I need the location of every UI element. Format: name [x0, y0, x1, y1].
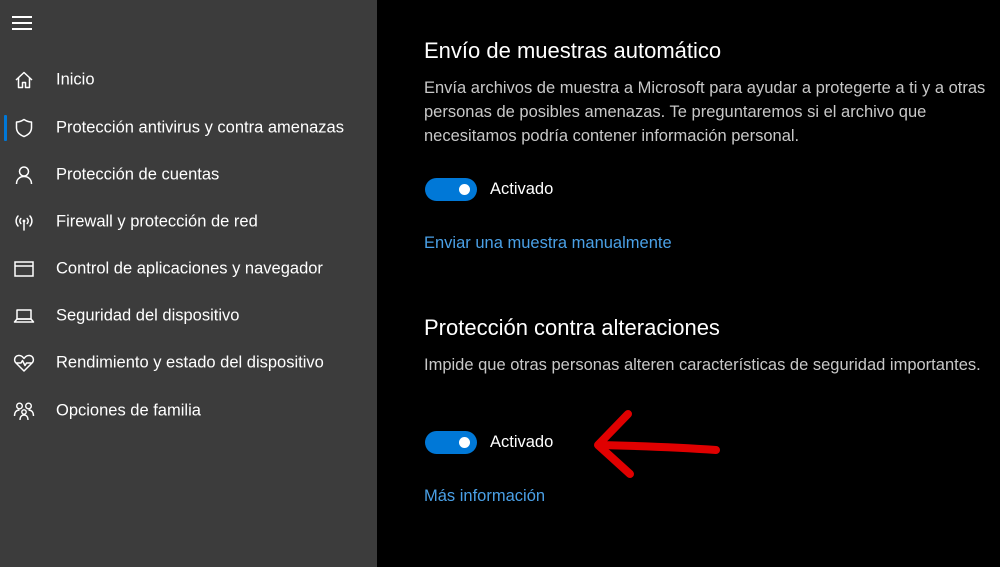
tamper-protection-toggle-label: Activado: [490, 433, 554, 451]
sidebar: Inicio Protección antivirus y contra ame…: [0, 0, 377, 567]
tamper-protection-title: Protección contra alteraciones: [424, 315, 720, 340]
sidebar-item-label: Inicio: [56, 70, 95, 89]
sidebar-item-device-performance[interactable]: Rendimiento y estado del dispositivo: [0, 341, 377, 385]
browser-window-icon: [13, 258, 35, 280]
toggle-knob: [459, 184, 470, 195]
laptop-icon: [13, 305, 35, 327]
sidebar-item-label: Rendimiento y estado del dispositivo: [56, 353, 324, 372]
home-icon: [13, 69, 35, 91]
wireless-icon: [13, 211, 35, 233]
tamper-protection-description: Impide que otras personas alteren caract…: [424, 356, 981, 374]
toggle-knob: [459, 437, 470, 448]
more-information-link[interactable]: Más información: [424, 487, 545, 506]
tamper-protection-toggle[interactable]: [425, 431, 477, 454]
main-content: Envío de muestras automático Envía archi…: [377, 0, 1000, 567]
shield-icon: [13, 117, 35, 139]
sample-submission-title: Envío de muestras automático: [424, 38, 722, 63]
sidebar-item-account-protection[interactable]: Protección de cuentas: [0, 153, 377, 197]
active-indicator: [4, 115, 7, 141]
family-icon: [13, 400, 35, 422]
sidebar-item-label: Opciones de familia: [56, 401, 201, 420]
red-arrow-annotation-icon: [594, 410, 720, 478]
sidebar-item-device-security[interactable]: Seguridad del dispositivo: [0, 294, 377, 338]
sidebar-item-label: Seguridad del dispositivo: [56, 306, 240, 325]
sidebar-item-virus-protection[interactable]: Protección antivirus y contra amenazas: [0, 106, 377, 150]
sample-submission-toggle-label: Activado: [490, 180, 554, 198]
sample-submission-description: Envía archivos de muestra a Microsoft pa…: [424, 79, 986, 145]
hamburger-menu-icon[interactable]: [12, 14, 34, 32]
sidebar-item-label: Protección antivirus y contra amenazas: [56, 118, 344, 137]
sample-submission-toggle[interactable]: [425, 178, 477, 201]
sidebar-item-app-browser-control[interactable]: Control de aplicaciones y navegador: [0, 247, 377, 291]
sidebar-item-label: Firewall y protección de red: [56, 212, 258, 231]
sidebar-item-label: Protección de cuentas: [56, 165, 220, 184]
person-icon: [13, 164, 35, 186]
sidebar-item-label: Control de aplicaciones y navegador: [56, 259, 323, 278]
heart-pulse-icon: [13, 352, 35, 374]
sidebar-item-home[interactable]: Inicio: [0, 58, 377, 102]
sidebar-item-firewall[interactable]: Firewall y protección de red: [0, 200, 377, 244]
submit-sample-manually-link[interactable]: Enviar una muestra manualmente: [424, 234, 672, 253]
sidebar-item-family-options[interactable]: Opciones de familia: [0, 389, 377, 433]
